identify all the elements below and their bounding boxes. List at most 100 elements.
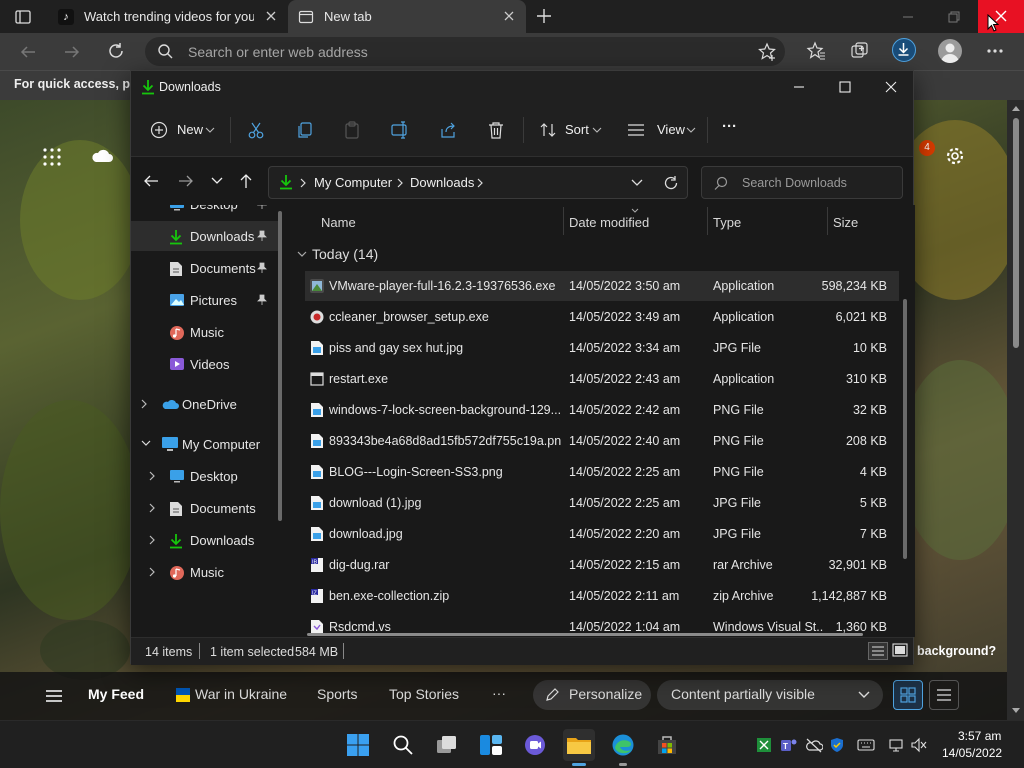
sidebar-pc-item-documents[interactable]: Documents [131, 493, 281, 523]
breadcrumb-my-computer[interactable]: My Computer [314, 175, 392, 190]
add-favorite-icon[interactable] [757, 42, 777, 62]
file-row[interactable]: VMware-player-full-16.2.3-19376536.exe 14… [305, 271, 899, 301]
feed-item-top-stories[interactable]: Top Stories [389, 686, 459, 702]
tab-close-icon[interactable] [502, 9, 516, 23]
page-settings-icon[interactable] [945, 146, 965, 166]
network-icon[interactable] [888, 737, 904, 753]
sidebar-pc-item-music[interactable]: Music [131, 557, 281, 587]
paste-icon[interactable] [343, 121, 361, 139]
hamburger-menu-icon[interactable] [45, 689, 63, 703]
minimize-button[interactable] [900, 10, 916, 24]
tab-tiktok[interactable]: ♪ Watch trending videos for you | [48, 0, 286, 33]
column-header-date[interactable]: Date modified [569, 215, 649, 230]
forward-arrow-icon[interactable] [178, 173, 194, 189]
group-header-today[interactable]: Today (14) [297, 243, 897, 267]
security-tray-icon[interactable] [829, 737, 845, 753]
details-view-icon[interactable] [868, 642, 888, 660]
cut-icon[interactable] [247, 121, 265, 139]
file-row[interactable]: IZ ben.exe-collection.zip 14/05/2022 2:11 … [305, 581, 899, 611]
sidebar-pc-item-downloads[interactable]: Downloads [131, 525, 281, 555]
task-view-icon[interactable] [431, 729, 463, 761]
sidebar-scrollbar[interactable] [278, 211, 282, 521]
favorites-icon[interactable] [806, 41, 826, 61]
chat-icon[interactable] [519, 729, 551, 761]
refresh-icon[interactable] [663, 175, 679, 191]
sidebar-item-music[interactable]: Music [131, 317, 281, 347]
sidebar-item-desktop[interactable]: Desktop [131, 205, 281, 219]
column-separator[interactable] [707, 207, 708, 235]
sidebar-item-documents[interactable]: Documents [131, 253, 281, 283]
restore-button[interactable] [946, 9, 962, 25]
tab-actions-icon[interactable] [14, 8, 32, 26]
sidebar-item-videos[interactable]: Videos [131, 349, 281, 379]
forward-button[interactable] [62, 42, 82, 62]
column-separator[interactable] [827, 207, 828, 235]
file-explorer-taskbar-icon[interactable] [563, 729, 595, 766]
file-list-scrollbar[interactable] [903, 299, 907, 559]
collections-icon[interactable] [850, 41, 870, 61]
back-button[interactable] [18, 42, 38, 62]
address-bar[interactable]: Search or enter web address [145, 37, 785, 66]
refresh-button[interactable] [106, 41, 126, 61]
chevron-right-icon[interactable] [149, 567, 157, 577]
sidebar-onedrive[interactable]: OneDrive [131, 389, 281, 419]
large-icons-view-icon[interactable] [891, 642, 909, 660]
feed-more-button[interactable]: ··· [492, 685, 506, 701]
file-row[interactable]: ccleaner_browser_setup.exe 14/05/2022 3:4… [305, 302, 899, 332]
tray-green-app-icon[interactable] [756, 737, 772, 753]
file-row[interactable]: restart.exe 14/05/2022 2:43 am Application… [305, 364, 899, 394]
new-tab-button[interactable] [535, 7, 553, 25]
sidebar-item-downloads[interactable]: Downloads [131, 221, 281, 251]
microsoft-store-icon[interactable] [651, 729, 683, 761]
start-button[interactable] [342, 729, 374, 761]
explorer-address-bar[interactable]: My Computer Downloads [268, 166, 688, 199]
sidebar-pc-item-desktop[interactable]: Desktop [131, 461, 281, 491]
browser-close-button[interactable] [978, 0, 1024, 33]
sort-button[interactable]: Sort [535, 117, 605, 143]
edge-browser-icon[interactable] [607, 729, 639, 766]
list-layout-button[interactable] [929, 680, 959, 710]
tab-new-tab[interactable]: New tab [288, 0, 526, 33]
keyboard-icon[interactable] [857, 737, 875, 753]
sidebar-my-computer[interactable]: My Computer [131, 429, 281, 459]
grid-layout-button[interactable] [893, 680, 923, 710]
file-row[interactable]: windows-7-lock-screen-background-129... 1… [305, 395, 899, 425]
chevron-right-icon[interactable] [149, 471, 157, 481]
new-button[interactable]: New [143, 117, 215, 143]
sidebar-item-pictures[interactable]: Pictures [131, 285, 281, 315]
apps-launcher-icon[interactable] [43, 148, 61, 166]
page-scrollbar[interactable] [1007, 100, 1024, 720]
tab-close-icon[interactable] [264, 9, 278, 23]
feed-item-ukraine[interactable]: War in Ukraine [195, 686, 287, 702]
file-row[interactable]: download.jpg 14/05/2022 2:20 am JPG File 7 … [305, 519, 899, 549]
chevron-right-icon[interactable] [149, 503, 157, 513]
settings-more-icon[interactable] [985, 41, 1005, 61]
explorer-minimize-button[interactable] [791, 79, 807, 95]
feed-item-sports[interactable]: Sports [317, 686, 357, 702]
file-row[interactable]: BLOG---Login-Screen-SS3.png 14/05/2022 2:… [305, 457, 899, 487]
file-row[interactable]: 893343be4a68d8ad15fb572df755c19a.png 14/0… [305, 426, 899, 456]
background-prompt[interactable]: background? [917, 644, 996, 658]
my-feed-tab[interactable]: My Feed [88, 686, 144, 702]
explorer-maximize-button[interactable] [837, 79, 853, 95]
taskbar-search-icon[interactable] [387, 729, 419, 761]
onedrive-tray-icon[interactable] [805, 737, 823, 753]
clock-date[interactable]: 14/05/2022 [942, 746, 1002, 760]
personalize-button[interactable]: Personalize [533, 680, 651, 710]
column-header-type[interactable]: Type [713, 215, 741, 230]
notifications-icon[interactable]: 4 [913, 140, 935, 166]
clock-time[interactable]: 3:57 am [958, 729, 1001, 743]
rename-icon[interactable] [391, 121, 411, 139]
see-more-button[interactable]: ··· [722, 118, 737, 135]
column-separator[interactable] [563, 207, 564, 235]
chevron-right-icon[interactable] [149, 535, 157, 545]
recent-locations-icon[interactable] [211, 177, 223, 185]
file-row[interactable]: IB dig-dug.rar 14/05/2022 2:15 am rar Archi… [305, 550, 899, 580]
up-arrow-icon[interactable] [238, 173, 254, 189]
profile-avatar-icon[interactable] [938, 39, 962, 63]
breadcrumb-downloads[interactable]: Downloads [410, 175, 474, 190]
view-button[interactable]: View [625, 117, 697, 143]
address-history-dropdown[interactable] [631, 179, 643, 187]
chevron-down-icon[interactable] [141, 440, 151, 448]
explorer-search-box[interactable]: Search Downloads [701, 166, 903, 199]
